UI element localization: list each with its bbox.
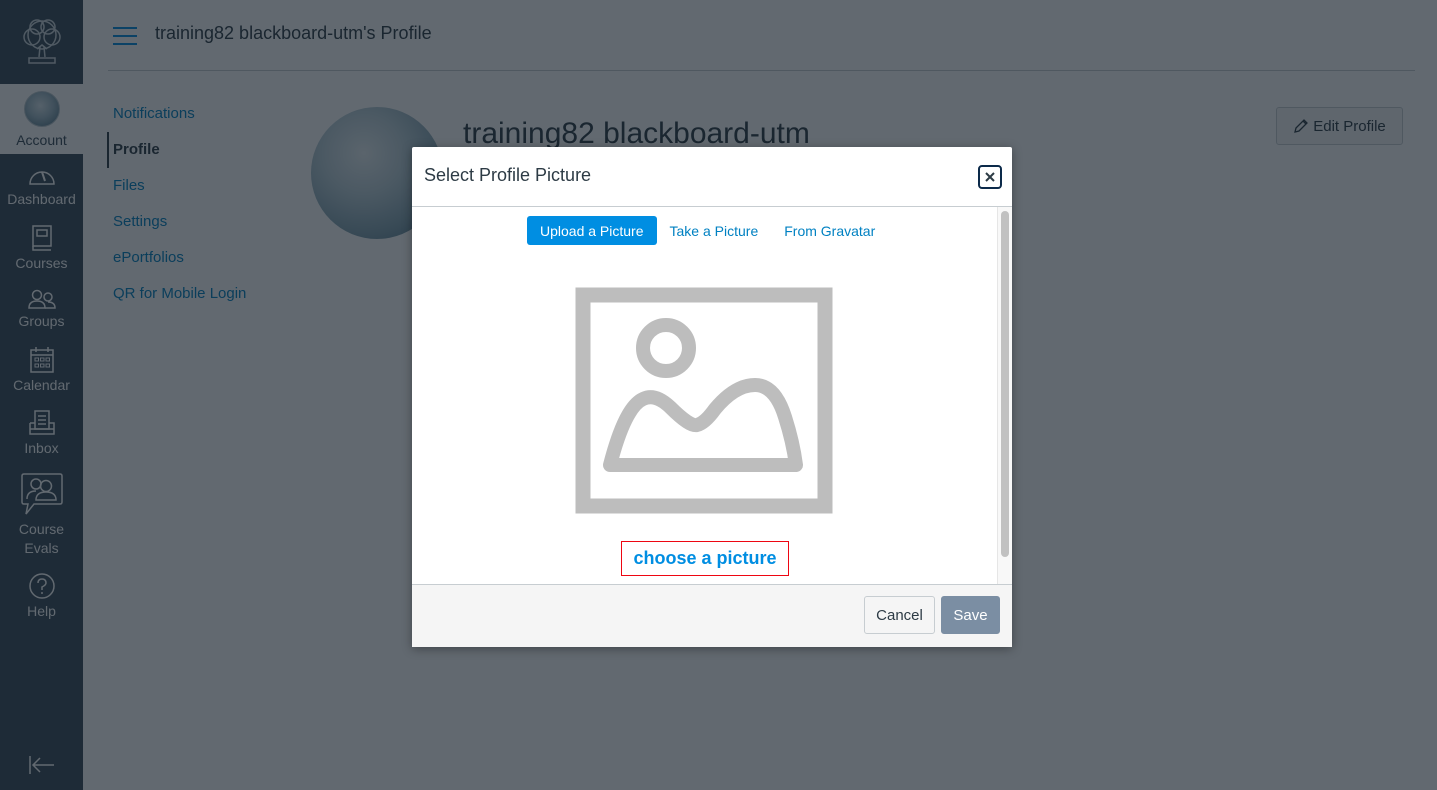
cancel-button[interactable]: Cancel [864,596,935,634]
tab-upload-picture[interactable]: Upload a Picture [527,216,657,245]
save-button[interactable]: Save [941,596,1000,634]
select-profile-picture-dialog: Select Profile Picture Upload a Picture … [412,147,1012,647]
dialog-title: Select Profile Picture [424,165,592,185]
dialog-scrollbar[interactable] [997,207,1012,584]
image-placeholder-icon [575,287,833,514]
tab-take-picture[interactable]: Take a Picture [657,216,772,245]
tab-from-gravatar[interactable]: From Gravatar [771,216,888,245]
dialog-body: Upload a Picture Take a Picture From Gra… [412,207,1012,584]
close-button[interactable] [978,165,1002,189]
dialog-footer: Cancel Save [412,584,1012,647]
image-placeholder [575,287,833,520]
scrollbar-thumb[interactable] [1001,211,1009,557]
choose-picture-button[interactable]: choose a picture [621,541,789,576]
close-icon [985,172,995,182]
picture-source-tabs: Upload a Picture Take a Picture From Gra… [527,216,888,245]
